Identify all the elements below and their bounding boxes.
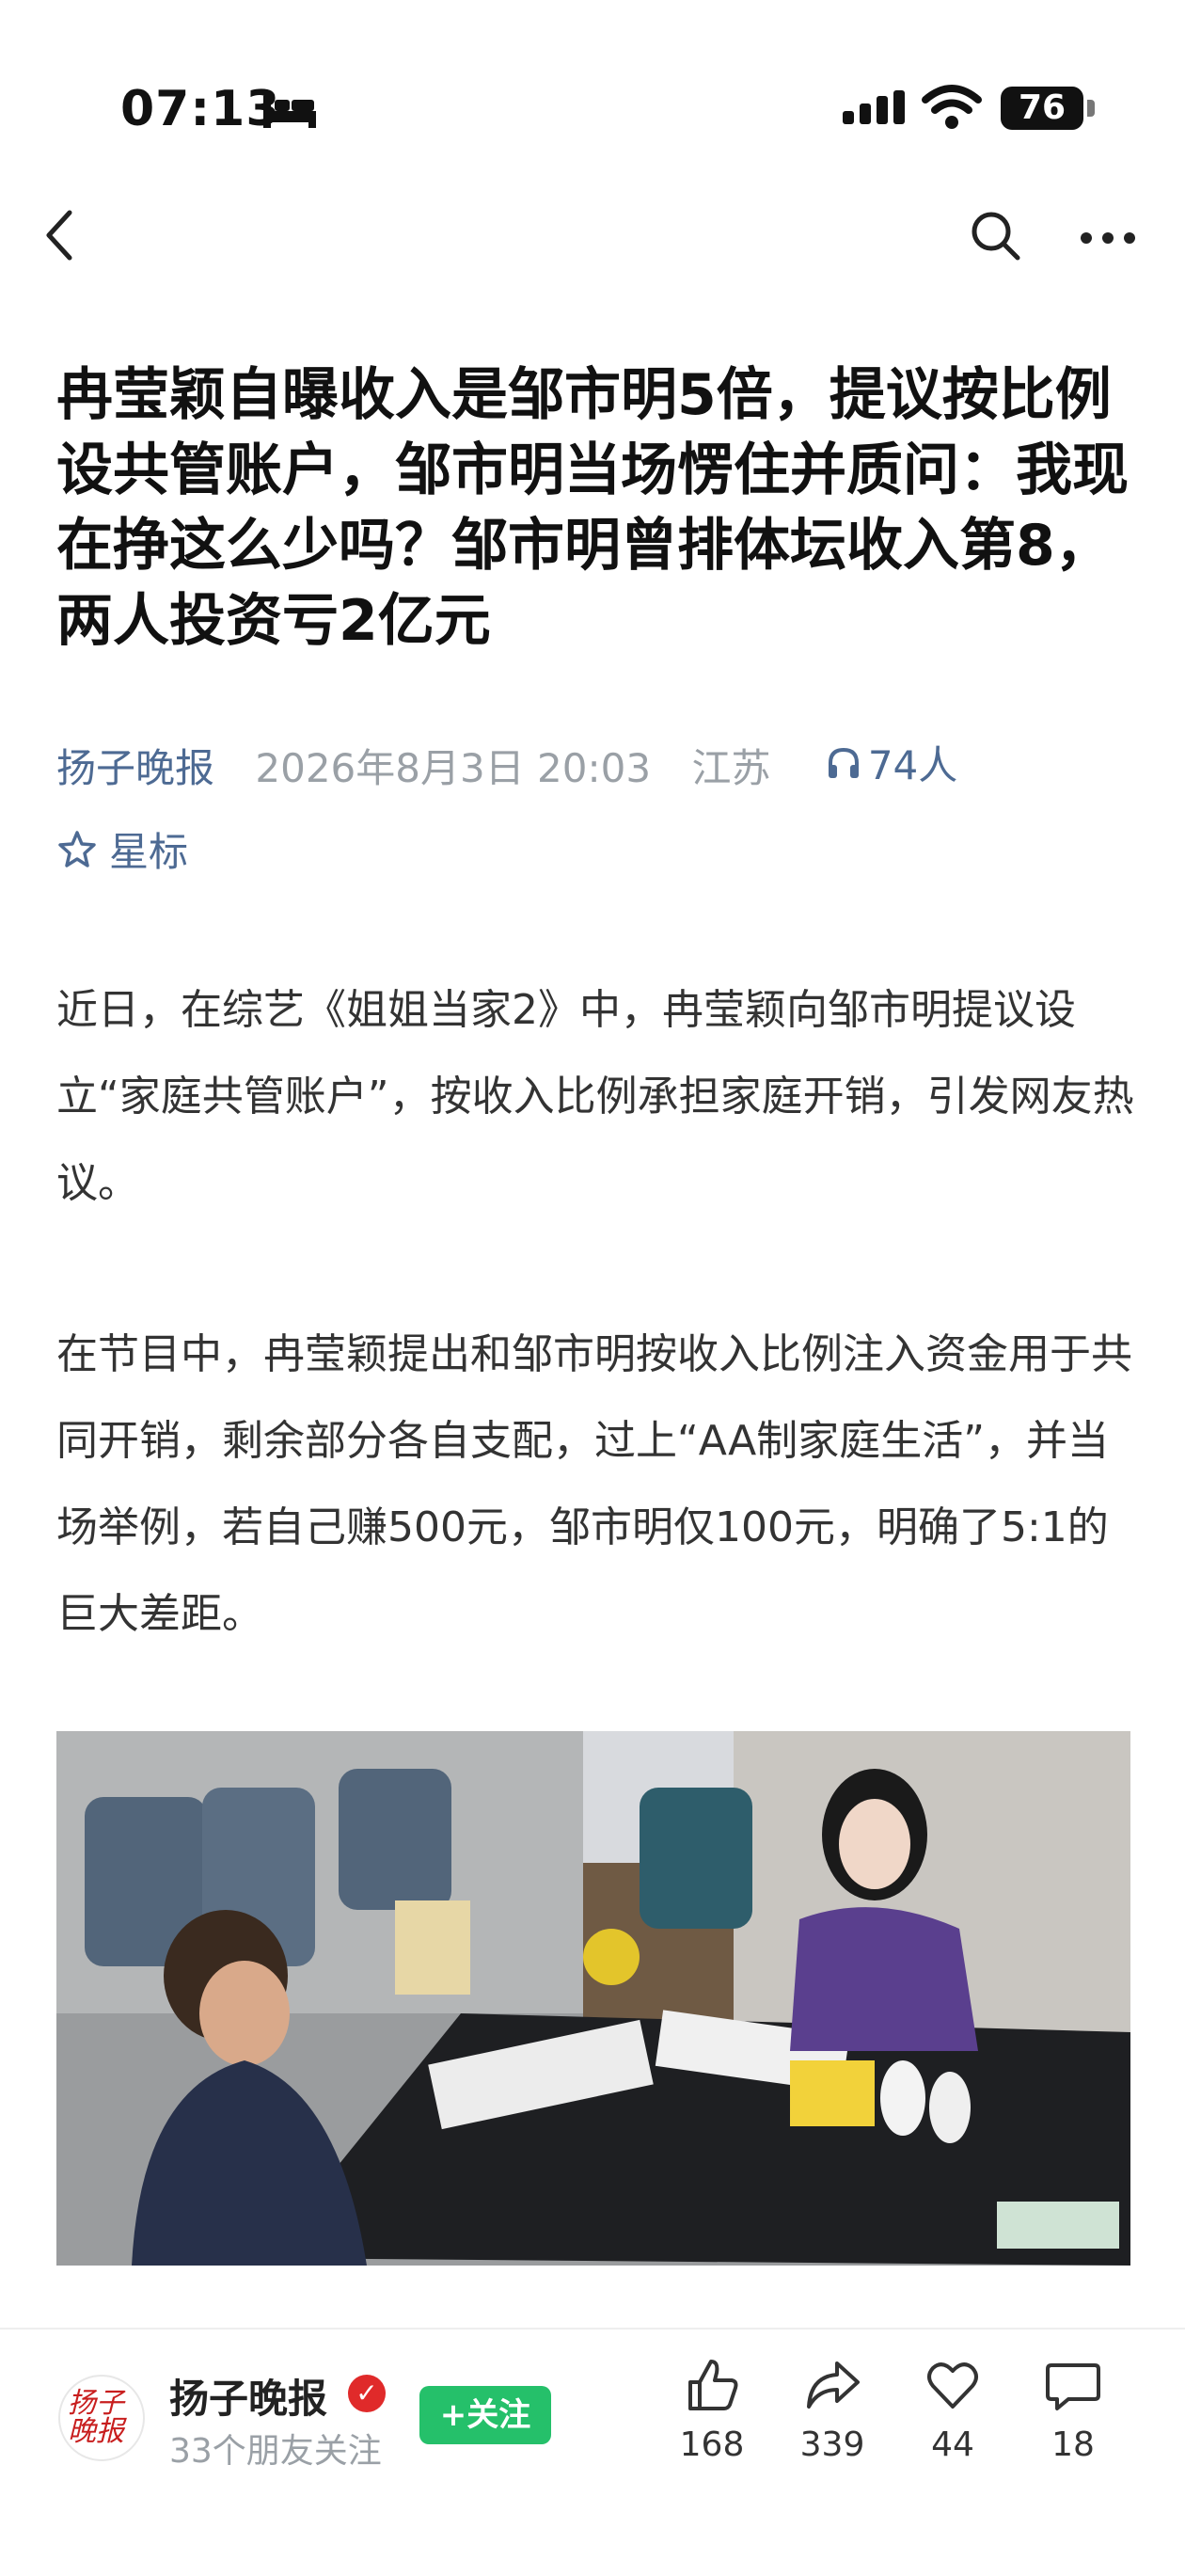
status-time: 07:13 bbox=[120, 81, 281, 137]
article-title: 冉莹颖自曝收入是邹市明5倍，提议按比例设共管账户，邹市明当场愣住并质问：我现在挣… bbox=[56, 362, 1129, 654]
listener-count: 74人 bbox=[867, 742, 958, 788]
thumbs-up-icon bbox=[688, 2360, 738, 2410]
wifi-icon bbox=[922, 85, 982, 129]
article-date: 2026年8月3日 20:03 bbox=[255, 744, 652, 791]
heart-icon bbox=[927, 2362, 978, 2409]
comment-count: 18 bbox=[1051, 2425, 1095, 2464]
comment-icon bbox=[1046, 2363, 1100, 2410]
share-button[interactable]: 339 bbox=[781, 2356, 884, 2464]
like-count: 168 bbox=[679, 2425, 745, 2464]
article-photo-scene bbox=[56, 1731, 1130, 2266]
account-name[interactable]: 扬子晚报 bbox=[169, 2367, 327, 2425]
share-icon bbox=[807, 2361, 860, 2409]
cellular-signal-icon bbox=[843, 90, 905, 124]
star-outline-icon bbox=[58, 830, 96, 867]
verified-badge-icon: ✓ bbox=[348, 2375, 386, 2412]
search-icon[interactable] bbox=[969, 209, 1021, 262]
article-location: 江苏 bbox=[691, 744, 771, 791]
article-source[interactable]: 扬子晚报 bbox=[56, 745, 214, 791]
share-count: 339 bbox=[799, 2425, 865, 2464]
listen-button[interactable]: 74人 bbox=[825, 734, 957, 791]
favorite-count: 44 bbox=[931, 2425, 974, 2464]
article-image[interactable] bbox=[56, 1731, 1130, 2266]
star-mark-label: 星标 bbox=[109, 829, 189, 875]
favorite-button[interactable]: 44 bbox=[901, 2356, 1004, 2464]
account-avatar[interactable]: 扬子晚报 bbox=[58, 2375, 145, 2461]
article-paragraph: 近日，在综艺《姐姐当家2》中，冉莹颖向邹市明提议设立“家庭共管账户”，按收入比例… bbox=[56, 986, 1134, 1207]
like-button[interactable]: 168 bbox=[660, 2356, 764, 2464]
follow-button[interactable]: +关注 bbox=[419, 2386, 551, 2444]
battery-tip bbox=[1087, 100, 1095, 117]
star-mark-button[interactable]: 星标 bbox=[56, 820, 188, 878]
back-arrow-icon[interactable] bbox=[41, 209, 79, 262]
status-bar: 07:13 76 bbox=[0, 0, 1185, 216]
avatar-logo-text: 扬子晚报 bbox=[68, 2387, 124, 2448]
more-options-icon[interactable] bbox=[1080, 231, 1136, 245]
article-paragraph: 在节目中，冉莹颖提出和邹市明按收入比例注入资金用于共同开销，剩余部分各自支配，过… bbox=[56, 1330, 1132, 1638]
article-meta: 扬子晚报 2026年8月3日 20:03 江苏 74人 bbox=[56, 734, 1147, 794]
comment-button[interactable]: 18 bbox=[1021, 2356, 1125, 2464]
headphones-icon bbox=[828, 747, 859, 778]
battery-indicator: 76 bbox=[1001, 87, 1083, 130]
friends-following-count: 33个朋友关注 bbox=[169, 2432, 382, 2471]
bottom-action-bar: 扬子晚报 扬子晚报 ✓ 33个朋友关注 +关注 168 339 44 18 bbox=[0, 2328, 1185, 2576]
bed-icon bbox=[263, 96, 316, 128]
